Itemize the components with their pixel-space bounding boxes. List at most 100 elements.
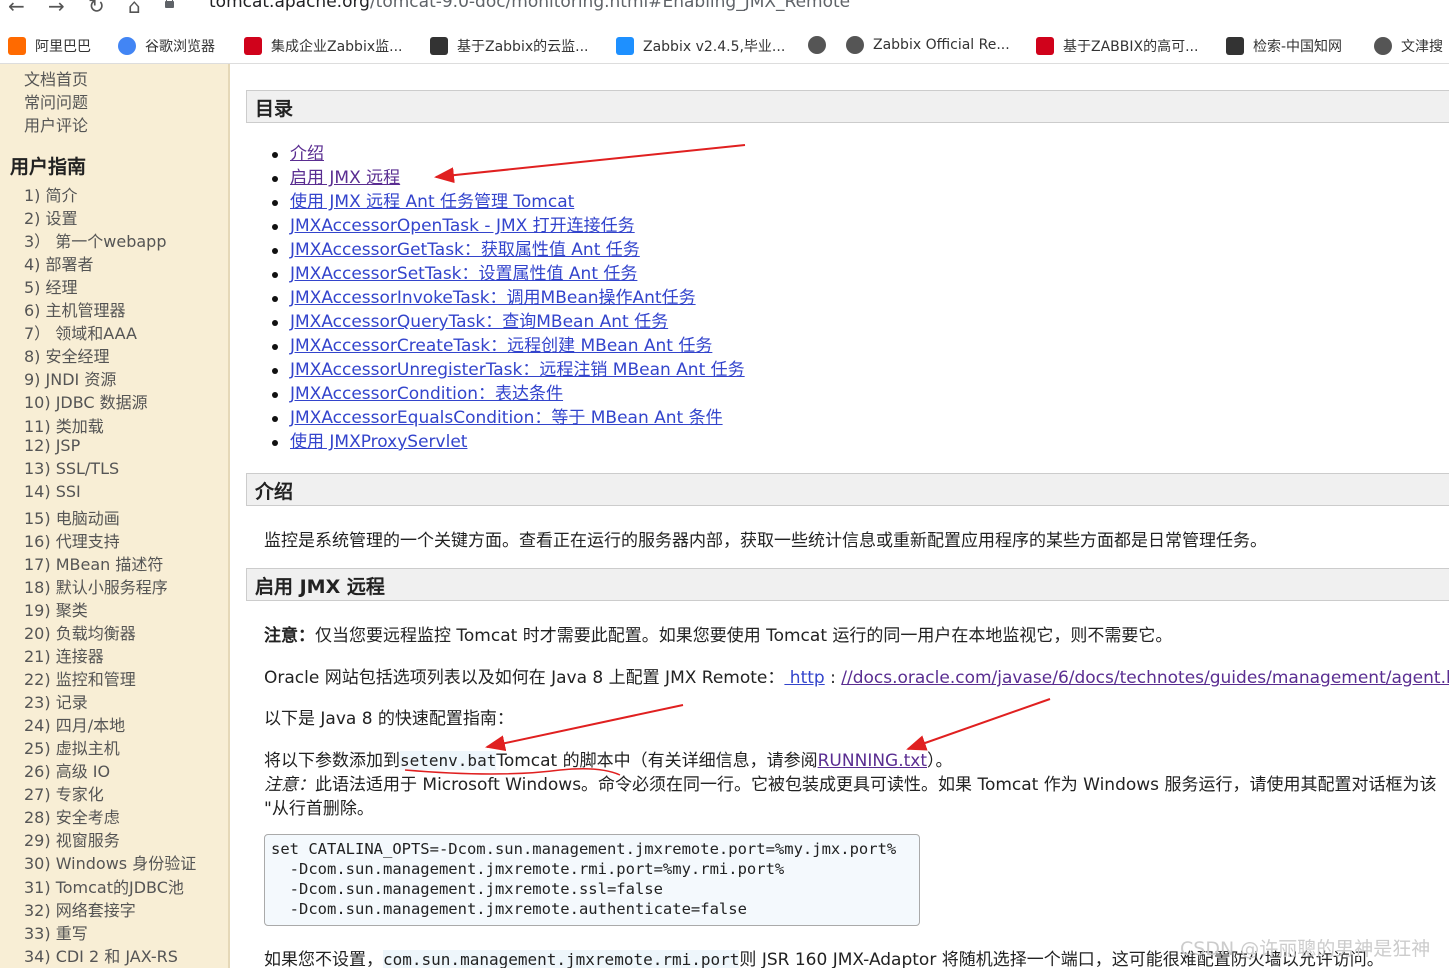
oracle-sep: : bbox=[824, 668, 842, 688]
intro-title: 介绍 bbox=[255, 481, 294, 503]
sidebar-item[interactable]: 3） 第一个webapp bbox=[24, 228, 166, 252]
globe-icon bbox=[1374, 37, 1392, 55]
sidebar-top-link[interactable]: 用户评论 bbox=[24, 112, 88, 136]
bookmark-item[interactable]: Zabbix Official Re... bbox=[846, 36, 1010, 54]
reload-icon[interactable]: ↻ bbox=[88, 0, 105, 18]
running-txt-link[interactable]: RUNNING.txt bbox=[818, 751, 927, 771]
toc-item: 使用 JMX 远程 Ant 任务管理 Tomcat bbox=[272, 190, 745, 214]
toc-link[interactable]: JMXAccessorSetTask：设置属性值 Ant 任务 bbox=[290, 264, 637, 284]
sidebar-top-link[interactable]: 常问问题 bbox=[24, 89, 88, 113]
sidebar-item[interactable]: 21) 连接器 bbox=[24, 643, 104, 667]
toc-item: JMXAccessorUnregisterTask：远程注销 MBean Ant… bbox=[272, 358, 745, 382]
url-path: /tomcat-9.0-doc/monitoring.html#Enabling… bbox=[369, 0, 851, 12]
forward-icon[interactable]: → bbox=[48, 0, 65, 18]
sidebar-item[interactable]: 1) 简介 bbox=[24, 182, 78, 206]
sidebar-item[interactable]: 6) 主机管理器 bbox=[24, 297, 126, 321]
toc-link[interactable]: 使用 JMX 远程 Ant 任务管理 Tomcat bbox=[290, 192, 574, 212]
sidebar-item[interactable]: 32) 网络套接字 bbox=[24, 897, 136, 921]
toc-link[interactable]: JMXAccessorOpenTask - JMX 打开连接任务 bbox=[290, 216, 635, 236]
sidebar-item[interactable]: 15) 电脑动画 bbox=[24, 505, 120, 529]
globe-icon bbox=[846, 36, 864, 54]
bookmark-item[interactable]: 基于Zabbix的云监... bbox=[430, 36, 588, 56]
sidebar-item[interactable]: 11) 类加载 bbox=[24, 413, 104, 437]
note-label: 注意： bbox=[264, 626, 315, 646]
syntax-note: 注意：此语法适用于 Microsoft Windows。命令必须在同一行。它被包… bbox=[264, 770, 1436, 795]
oracle-docs-link[interactable]: //docs.oracle.com/javase/6/docs/technote… bbox=[841, 668, 1449, 688]
toc-link[interactable]: 使用 JMXProxyServlet bbox=[290, 432, 467, 452]
sidebar-item[interactable]: 9) JNDI 资源 bbox=[24, 366, 116, 390]
sidebar-item[interactable]: 27) 专家化 bbox=[24, 781, 104, 805]
sidebar-item[interactable]: 14) SSI bbox=[24, 482, 81, 501]
sidebar-item[interactable]: 28) 安全考虑 bbox=[24, 804, 120, 828]
oracle-text: Oracle 网站包括选项列表以及如何在 Java 8 上配置 JMX Remo… bbox=[264, 668, 785, 688]
sidebar-item[interactable]: 23) 记录 bbox=[24, 689, 88, 713]
toc-link[interactable]: JMXAccessorCondition：表达条件 bbox=[290, 384, 563, 404]
sidebar-item[interactable]: 7） 领域和AAA bbox=[24, 320, 137, 344]
add-params-pre: 将以下参数添加到 bbox=[264, 751, 400, 771]
url-field[interactable]: tomcat.apache.org/tomcat-9.0-doc/monitor… bbox=[165, 0, 1449, 20]
bookmark-item[interactable]: 基于ZABBIX的高可... bbox=[1036, 36, 1198, 56]
sidebar-item[interactable]: 19) 聚类 bbox=[24, 597, 88, 621]
sidebar-item[interactable]: 25) 虚拟主机 bbox=[24, 735, 120, 759]
code-line: -Dcom.sun.management.jmxremote.rmi.port=… bbox=[271, 860, 785, 878]
sidebar-item[interactable]: 17) MBean 描述符 bbox=[24, 551, 163, 575]
bookmark-icon bbox=[244, 37, 262, 55]
oracle-http-link[interactable]: http bbox=[784, 668, 825, 688]
home-icon[interactable]: ⌂ bbox=[128, 0, 141, 18]
sidebar-item[interactable]: 33) 重写 bbox=[24, 920, 88, 944]
bookmark-item[interactable]: 集成企业Zabbix监... bbox=[244, 36, 402, 56]
sidebar-item[interactable]: 31) Tomcat的JDBC池 bbox=[24, 874, 184, 898]
bookmark-item[interactable]: 谷歌浏览器 bbox=[118, 36, 215, 56]
toc-link[interactable]: JMXAccessorUnregisterTask：远程注销 MBean Ant… bbox=[290, 360, 745, 380]
toc-link[interactable]: JMXAccessorQueryTask：查询MBean Ant 任务 bbox=[290, 312, 668, 332]
back-icon[interactable]: ← bbox=[8, 0, 25, 18]
sidebar-top-link[interactable]: 文档首页 bbox=[24, 66, 88, 90]
sidebar-item[interactable]: 4) 部署者 bbox=[24, 251, 94, 275]
toc-link[interactable]: JMXAccessorCreateTask：远程创建 MBean Ant 任务 bbox=[290, 336, 712, 356]
bookmark-item[interactable] bbox=[808, 36, 835, 54]
sidebar-item[interactable]: 34) CDI 2 和 JAX-RS bbox=[24, 943, 178, 967]
bookmark-item[interactable]: 阿里巴巴 bbox=[8, 36, 91, 56]
sidebar-item[interactable]: 10) JDBC 数据源 bbox=[24, 389, 148, 413]
sidebar-item[interactable]: 30) Windows 身份验证 bbox=[24, 850, 196, 874]
toc-item: JMXAccessorInvokeTask：调用MBean操作Ant任务 bbox=[272, 286, 745, 310]
toc-list: 介绍启用 JMX 远程使用 JMX 远程 Ant 任务管理 Tomcat JMXA… bbox=[272, 142, 745, 454]
bookmark-item[interactable]: 文津搜 bbox=[1374, 36, 1443, 56]
add-params-post: ）。 bbox=[927, 751, 953, 771]
sidebar-item[interactable]: 2) 设置 bbox=[24, 205, 78, 229]
bookmark-icon bbox=[1036, 37, 1054, 55]
bookmark-label: Zabbix v2.4.5,毕业... bbox=[643, 39, 786, 55]
sidebar-item[interactable]: 16) 代理支持 bbox=[24, 528, 120, 552]
code-block: set CATALINA_OPTS=-Dcom.sun.management.j… bbox=[264, 834, 920, 926]
sidebar-item[interactable]: 13) SSL/TLS bbox=[24, 459, 119, 478]
sidebar-item[interactable]: 22) 监控和管理 bbox=[24, 666, 136, 690]
toc-link[interactable]: JMXAccessorInvokeTask：调用MBean操作Ant任务 bbox=[290, 288, 696, 308]
toc-link[interactable]: JMXAccessorEqualsCondition：等于 MBean Ant … bbox=[290, 408, 723, 428]
url-host: tomcat.apache.org bbox=[209, 0, 370, 12]
intro-heading: 介绍 bbox=[246, 473, 1449, 506]
toc-link[interactable]: 介绍 bbox=[290, 144, 324, 164]
quick-guide-text: 以下是 Java 8 的快速配置指南： bbox=[264, 709, 514, 729]
bottom-pre: 如果您不设置， bbox=[264, 950, 383, 968]
intro-text: 监控是系统管理的一个关键方面。查看正在运行的服务器内部，获取一些统计信息或重新配… bbox=[264, 531, 1267, 551]
toc-link[interactable]: JMXAccessorGetTask：获取属性值 Ant 任务 bbox=[290, 240, 640, 260]
chrome-icon bbox=[118, 37, 136, 55]
bookmark-item[interactable]: 检索-中国知网 bbox=[1226, 36, 1342, 56]
bookmark-item[interactable]: Zabbix v2.4.5,毕业... bbox=[616, 36, 785, 56]
note-paragraph: 注意：仅当您要远程监控 Tomcat 时才需要此配置。如果您要使用 Tomcat… bbox=[264, 621, 1172, 646]
sidebar-item[interactable]: 18) 默认小服务程序 bbox=[24, 574, 168, 598]
lock-icon bbox=[165, 0, 174, 8]
sidebar-item[interactable]: 29) 视窗服务 bbox=[24, 827, 120, 851]
toc-item: JMXAccessorEqualsCondition：等于 MBean Ant … bbox=[272, 406, 745, 430]
sidebar-item[interactable]: 20) 负载均衡器 bbox=[24, 620, 136, 644]
sidebar-item[interactable]: 12) JSP bbox=[24, 436, 80, 455]
sidebar-item[interactable]: 24) 四月/本地 bbox=[24, 712, 125, 736]
sidebar-item[interactable]: 8) 安全经理 bbox=[24, 343, 110, 367]
bookmark-label: 检索-中国知网 bbox=[1253, 39, 1343, 55]
toc-item: JMXAccessorSetTask：设置属性值 Ant 任务 bbox=[272, 262, 745, 286]
sidebar-item[interactable]: 26) 高级 IO bbox=[24, 758, 110, 782]
toc-link[interactable]: 启用 JMX 远程 bbox=[290, 168, 400, 188]
bookmark-label: 文津搜 bbox=[1401, 39, 1443, 55]
code-line: set CATALINA_OPTS=-Dcom.sun.management.j… bbox=[271, 840, 897, 858]
sidebar-item[interactable]: 5) 经理 bbox=[24, 274, 78, 298]
